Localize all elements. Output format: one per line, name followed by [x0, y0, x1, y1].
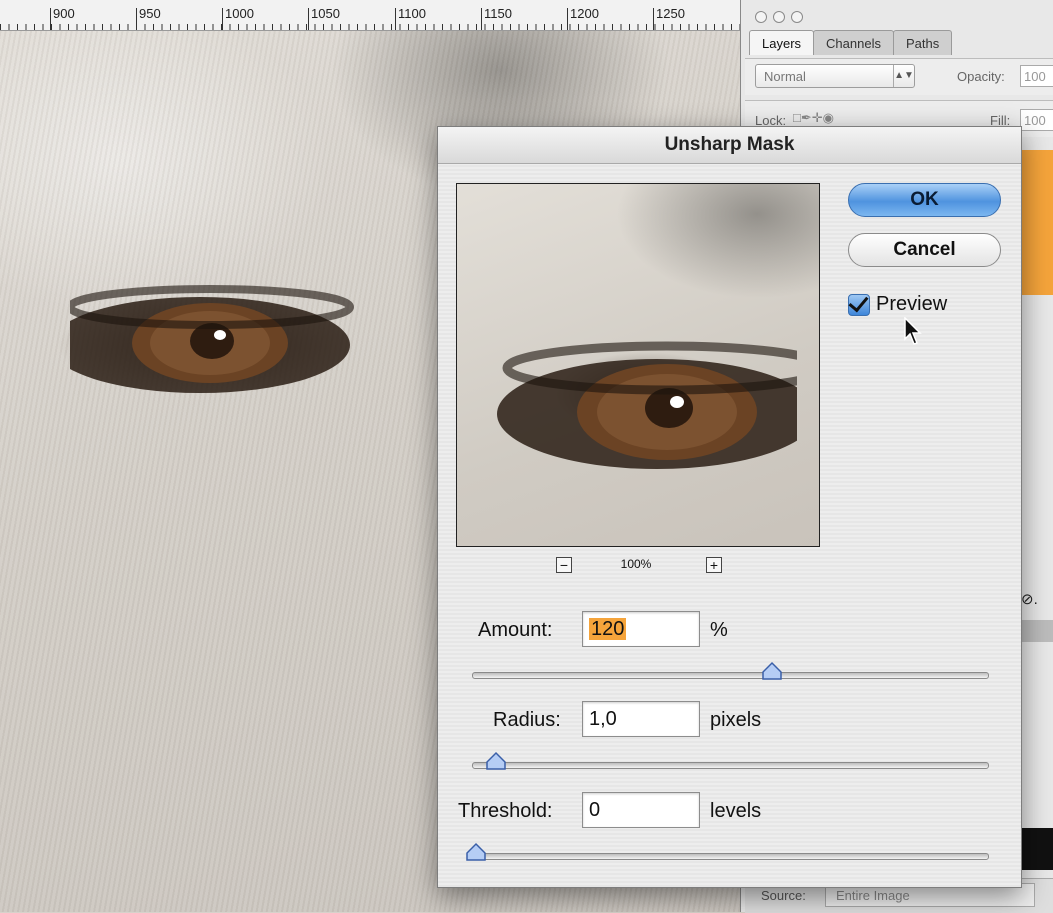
unsharp-mask-dialog: Unsharp Mask − 100% + OK Cancel Preview … [437, 126, 1022, 888]
ruler-tick [653, 8, 654, 30]
radius-label: Radius: [493, 709, 561, 731]
ruler-label: 1100 [398, 6, 426, 21]
ruler-label: 1050 [311, 6, 340, 21]
tab-layers[interactable]: Layers [749, 30, 815, 55]
window-controls [755, 11, 803, 23]
dialog-title: Unsharp Mask [664, 134, 795, 155]
source-label: Source: [761, 888, 806, 903]
fill-field[interactable]: 100 [1020, 109, 1053, 131]
ruler-label: 950 [139, 6, 161, 21]
ruler-label: 1150 [484, 6, 512, 21]
ok-button[interactable]: OK [848, 183, 1001, 217]
selected-layer-highlight[interactable] [1021, 150, 1053, 295]
eye-photo [70, 285, 354, 393]
blend-mode-value: Normal [764, 69, 806, 84]
threshold-slider-thumb[interactable] [465, 842, 487, 864]
zoom-in-button[interactable]: + [706, 557, 722, 573]
ruler-tick [222, 8, 223, 30]
opacity-label: Opacity: [957, 69, 1005, 84]
zoom-out-button[interactable]: − [556, 557, 572, 573]
dialog-titlebar: Unsharp Mask [438, 127, 1021, 164]
updown-arrows-icon: ▲▼ [893, 65, 914, 87]
threshold-label: Threshold: [458, 800, 553, 822]
radius-input[interactable]: 1,0 [582, 701, 700, 737]
pointer-cursor-icon [904, 317, 922, 345]
tab-paths[interactable]: Paths [892, 30, 953, 55]
ruler-tick [136, 8, 137, 30]
amount-input[interactable]: 120 [582, 611, 700, 647]
ruler-label: 1250 [656, 6, 685, 21]
blend-mode-select[interactable]: Normal ▲▼ [755, 64, 915, 88]
ruler-tick [308, 8, 309, 30]
cancel-button[interactable]: Cancel [848, 233, 1001, 267]
zoom-window-button[interactable] [791, 11, 803, 23]
ruler-label: 1000 [225, 6, 254, 21]
panel-divider [1021, 620, 1053, 642]
lock-icons[interactable]: □✒✛◉ [793, 110, 834, 126]
ruler-tick [50, 8, 51, 30]
preview-checkbox[interactable] [848, 293, 870, 316]
preview-toggle[interactable]: Preview [848, 293, 947, 316]
amount-value: 120 [589, 618, 627, 640]
zoom-level: 100% [620, 557, 652, 571]
threshold-unit: levels [710, 800, 762, 822]
tab-channels[interactable]: Channels [813, 30, 894, 55]
tool-icon[interactable]: ⊘. [1021, 590, 1038, 608]
opacity-field[interactable]: 100 [1020, 65, 1053, 87]
ruler-label: 900 [53, 6, 75, 21]
amount-slider[interactable] [472, 661, 989, 680]
horizontal-ruler [0, 0, 745, 31]
close-window-button[interactable] [755, 11, 767, 23]
threshold-input[interactable]: 0 [582, 792, 700, 828]
amount-slider-thumb[interactable] [761, 661, 783, 683]
ruler-tick [567, 8, 568, 30]
amount-label: Amount: [478, 619, 553, 641]
eye-preview [497, 341, 797, 469]
threshold-slider[interactable] [466, 842, 989, 861]
blend-row: Normal ▲▼ Opacity: 100 [745, 58, 1053, 95]
radius-slider-thumb[interactable] [485, 751, 507, 773]
preview-window[interactable] [456, 183, 820, 547]
preview-label: Preview [876, 293, 948, 315]
panel-tabs: Layers Channels Paths [749, 30, 953, 55]
radius-unit: pixels [710, 709, 762, 731]
ruler-label: 1200 [570, 6, 599, 21]
amount-unit: % [710, 619, 728, 641]
ruler-tick [481, 8, 482, 30]
minimize-window-button[interactable] [773, 11, 785, 23]
ruler-tick [395, 8, 396, 30]
radius-slider[interactable] [472, 751, 989, 770]
